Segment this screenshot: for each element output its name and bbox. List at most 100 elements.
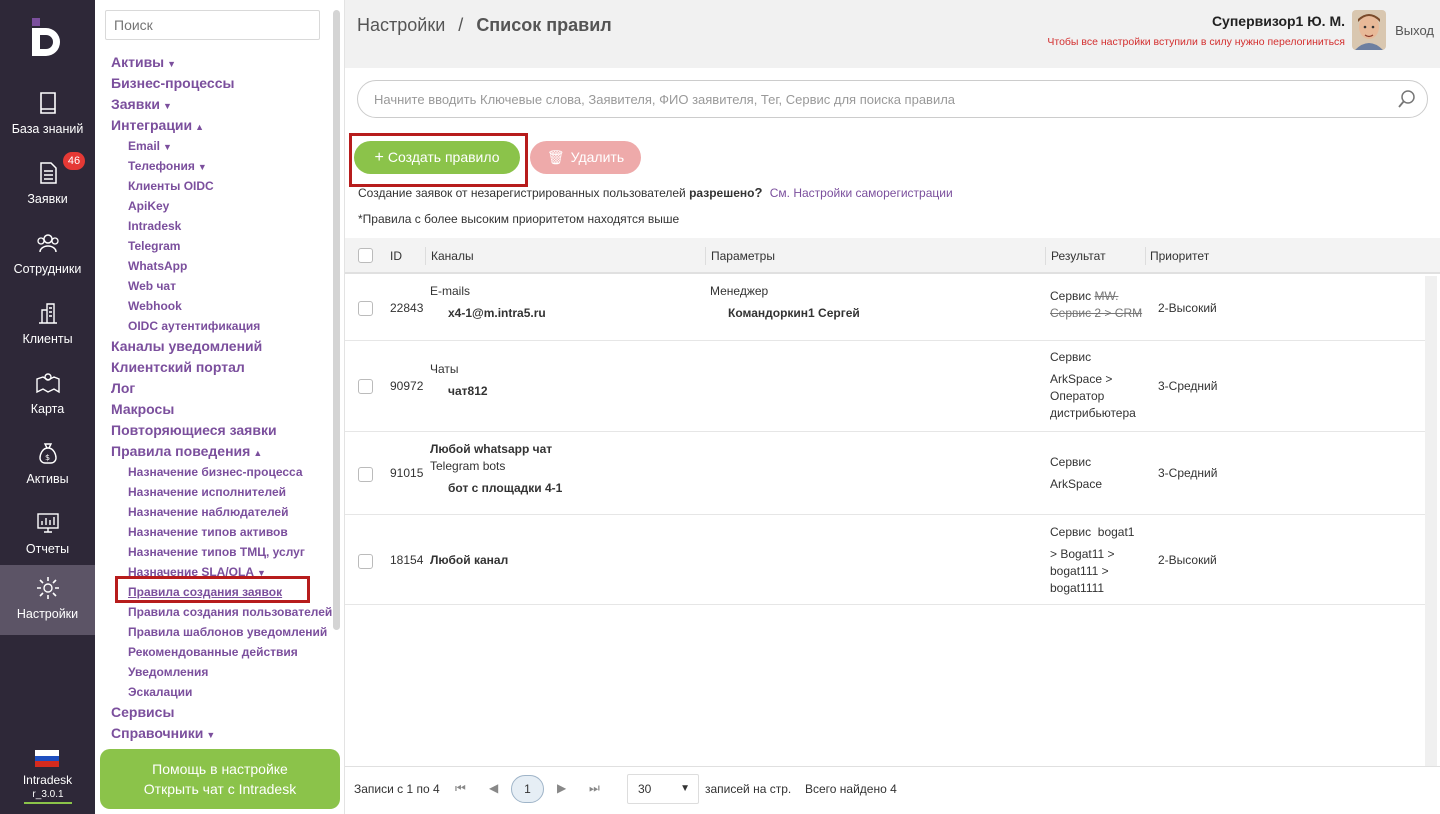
tree-item-recurring[interactable]: Повторяющиеся заявки — [111, 422, 277, 438]
select-all-checkbox[interactable] — [358, 248, 373, 263]
tree-item-bp-assign[interactable]: Назначение бизнес-процесса — [128, 465, 303, 479]
logout-link[interactable]: Выход — [1395, 23, 1434, 38]
user-name[interactable]: Супервизор1 Ю. М. — [1212, 13, 1345, 29]
last-page-icon[interactable]: ⏭ — [589, 781, 600, 796]
nav-employees[interactable]: Сотрудники — [0, 220, 95, 290]
russian-flag-icon[interactable] — [35, 750, 59, 767]
nav-knowledge-base[interactable]: База знаний — [0, 80, 95, 150]
avatar[interactable] — [1352, 10, 1386, 50]
total-found: Всего найдено 4 — [805, 782, 897, 796]
help-line-1: Помощь в настройке — [152, 761, 288, 777]
tree-item-observers[interactable]: Назначение наблюдателей — [128, 505, 288, 519]
tree-item-email[interactable]: Email ▼ — [128, 139, 172, 153]
table-header: ID Каналы Параметры Результат Приоритет — [345, 238, 1440, 274]
tree-item-user-rules[interactable]: Правила создания пользователей — [128, 605, 332, 619]
tree-item-intradesk[interactable]: Intradesk — [128, 219, 181, 233]
tree-item-integrations[interactable]: Интеграции ▲ — [111, 117, 204, 133]
table-row[interactable]: 90972 Чаты чат812 Сервис ArkSpace > Опер… — [345, 341, 1425, 432]
search-icon[interactable] — [1397, 89, 1417, 109]
result-label: Сервис — [1050, 289, 1092, 303]
col-id[interactable]: ID — [390, 249, 402, 263]
rule-search-input[interactable]: Начните вводить Ключевые слова, Заявител… — [357, 80, 1428, 118]
nav-assets[interactable]: $ Активы — [0, 430, 95, 500]
per-page-value: 30 — [638, 782, 652, 796]
tree-item-asset-types[interactable]: Назначение типов активов — [128, 525, 288, 539]
tree-item-behavior-rules[interactable]: Правила поведения ▲ — [111, 443, 262, 459]
tree-item-webhook[interactable]: Webhook — [128, 299, 182, 313]
result-line: дистрибьютера — [1050, 406, 1136, 420]
per-page-select[interactable]: 30 ▼ — [627, 774, 699, 804]
table-row[interactable]: 18154 Любой канал Сервис bogat1 > Bogat1… — [345, 515, 1425, 605]
nav-settings[interactable]: Настройки — [0, 565, 95, 635]
nav-map[interactable]: Карта — [0, 360, 95, 430]
tree-item-webchat[interactable]: Web чат — [128, 279, 176, 293]
row-checkbox[interactable] — [358, 301, 373, 316]
result-line: ArkSpace > — [1050, 372, 1113, 386]
col-result[interactable]: Результат — [1051, 249, 1106, 263]
help-chat-button[interactable]: Помощь в настройке Открыть чат с Intrade… — [100, 749, 340, 809]
tree-item-dictionaries[interactable]: Справочники ▼ — [111, 725, 215, 741]
tree-item-bp[interactable]: Бизнес-процессы — [111, 75, 234, 91]
table-row[interactable]: 91015 Любой whatsapp чат Telegram bots б… — [345, 432, 1425, 515]
prev-page-icon[interactable]: ◀ — [489, 781, 498, 795]
tree-label: Справочники — [111, 725, 204, 741]
channel-value: чат812 — [448, 384, 488, 398]
row-checkbox[interactable] — [358, 379, 373, 394]
tree-item-telegram[interactable]: Telegram — [128, 239, 180, 253]
tree-item-template-rules[interactable]: Правила шаблонов уведомлений — [128, 625, 327, 639]
rule-priority: 3-Средний — [1158, 379, 1218, 393]
tree-item-notify-channels[interactable]: Каналы уведомлений — [111, 338, 262, 354]
nav-clients[interactable]: Клиенты — [0, 290, 95, 360]
tree-item-macros[interactable]: Макросы — [111, 401, 174, 417]
current-page[interactable]: 1 — [511, 775, 544, 803]
col-channels[interactable]: Каналы — [431, 249, 474, 263]
nav-label: Сотрудники — [13, 262, 82, 276]
tree-item-exec-assign[interactable]: Назначение исполнителей — [128, 485, 286, 499]
intradesk-logo[interactable] — [28, 16, 68, 56]
table-scrollbar[interactable] — [1425, 276, 1437, 766]
tree-scrollbar[interactable] — [333, 10, 340, 630]
channel-value: бот с площадки 4-1 — [448, 481, 563, 495]
selfreg-settings-link[interactable]: См. Настройки саморегистрации — [770, 186, 953, 200]
tree-item-whatsapp[interactable]: WhatsApp — [128, 259, 187, 273]
tree-item-tmc-types[interactable]: Назначение типов ТМЦ, услуг — [128, 545, 305, 559]
row-checkbox[interactable] — [358, 467, 373, 482]
nav-reports[interactable]: Отчеты — [0, 500, 95, 570]
table-row[interactable]: 22843 E-mails x4-1@m.intra5.ru Менеджер … — [345, 276, 1425, 341]
delete-button[interactable]: 🗑 Удалить — [530, 141, 641, 174]
tree-item-apikey[interactable]: ApiKey — [128, 199, 169, 213]
nav-label: База знаний — [11, 122, 84, 136]
result-line: bogat111 > — [1050, 564, 1109, 578]
channel-any: Любой канал — [430, 553, 509, 567]
breadcrumb: Настройки / Список правил — [357, 15, 612, 36]
col-priority[interactable]: Приоритет — [1150, 249, 1209, 263]
breadcrumb-root[interactable]: Настройки — [357, 15, 445, 35]
tree-item-oidc-clients[interactable]: Клиенты OIDC — [128, 179, 214, 193]
tree-item-services[interactable]: Сервисы — [111, 704, 174, 720]
main-nav: База знаний Заявки 46 Сотрудники Клиенты… — [0, 0, 95, 814]
tree-item-tickets[interactable]: Заявки ▼ — [111, 96, 172, 112]
tree-item-notifications[interactable]: Уведомления — [128, 665, 208, 679]
tree-item-recommended[interactable]: Рекомендованные действия — [128, 645, 298, 659]
col-params[interactable]: Параметры — [711, 249, 775, 263]
create-button-highlight — [349, 133, 528, 187]
buildings-icon — [38, 303, 57, 324]
result-label: Сервис — [1050, 455, 1092, 469]
app-version: r_3.0.1 — [24, 789, 72, 804]
next-page-icon[interactable]: ▶ — [557, 781, 566, 795]
caret-down-icon: ▼ — [162, 101, 172, 111]
tree-search-input[interactable] — [105, 10, 320, 40]
row-checkbox[interactable] — [358, 554, 373, 569]
tree-item-oidc-auth[interactable]: OIDC аутентификация — [128, 319, 260, 333]
tree-item-escalations[interactable]: Эскалации — [128, 685, 192, 699]
first-page-icon[interactable]: ⏮ — [455, 781, 466, 796]
rule-priority: 2-Высокий — [1158, 301, 1217, 315]
tree-item-log[interactable]: Лог — [111, 380, 135, 396]
help-line-2: Открыть чат с Intradesk — [143, 781, 297, 797]
caret-up-icon: ▲ — [195, 122, 205, 132]
breadcrumb-separator: / — [458, 15, 464, 35]
tree-item-telephony[interactable]: Телефония ▼ — [128, 159, 207, 173]
tree-item-assets[interactable]: Активы ▼ — [111, 54, 176, 70]
tree-item-client-portal[interactable]: Клиентский портал — [111, 359, 245, 375]
result-service: Сервис bogat1 — [1050, 525, 1134, 539]
